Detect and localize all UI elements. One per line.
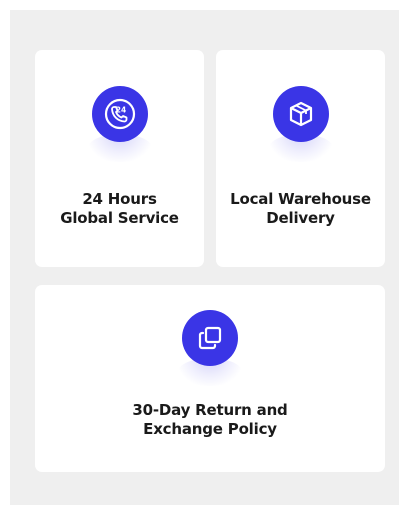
feature-card-return-policy: 30-Day Return and Exchange Policy	[35, 285, 385, 472]
copy-return-icon	[182, 310, 238, 366]
feature-card-warehouse-delivery: Local Warehouse Delivery	[216, 50, 385, 267]
feature-icon-wrap	[268, 86, 333, 162]
feature-card-global-service: 24 24 Hours Global Service	[35, 50, 204, 267]
feature-label: 30-Day Return and Exchange Policy	[132, 401, 288, 438]
feature-label: 24 Hours Global Service	[60, 190, 179, 227]
svg-text:24: 24	[115, 106, 125, 115]
feature-label: Local Warehouse Delivery	[230, 190, 371, 227]
feature-icon-wrap	[178, 310, 242, 386]
package-box-icon	[272, 86, 329, 142]
feature-icon-wrap: 24	[87, 86, 152, 162]
phone-24-hours-icon: 24	[91, 86, 148, 142]
